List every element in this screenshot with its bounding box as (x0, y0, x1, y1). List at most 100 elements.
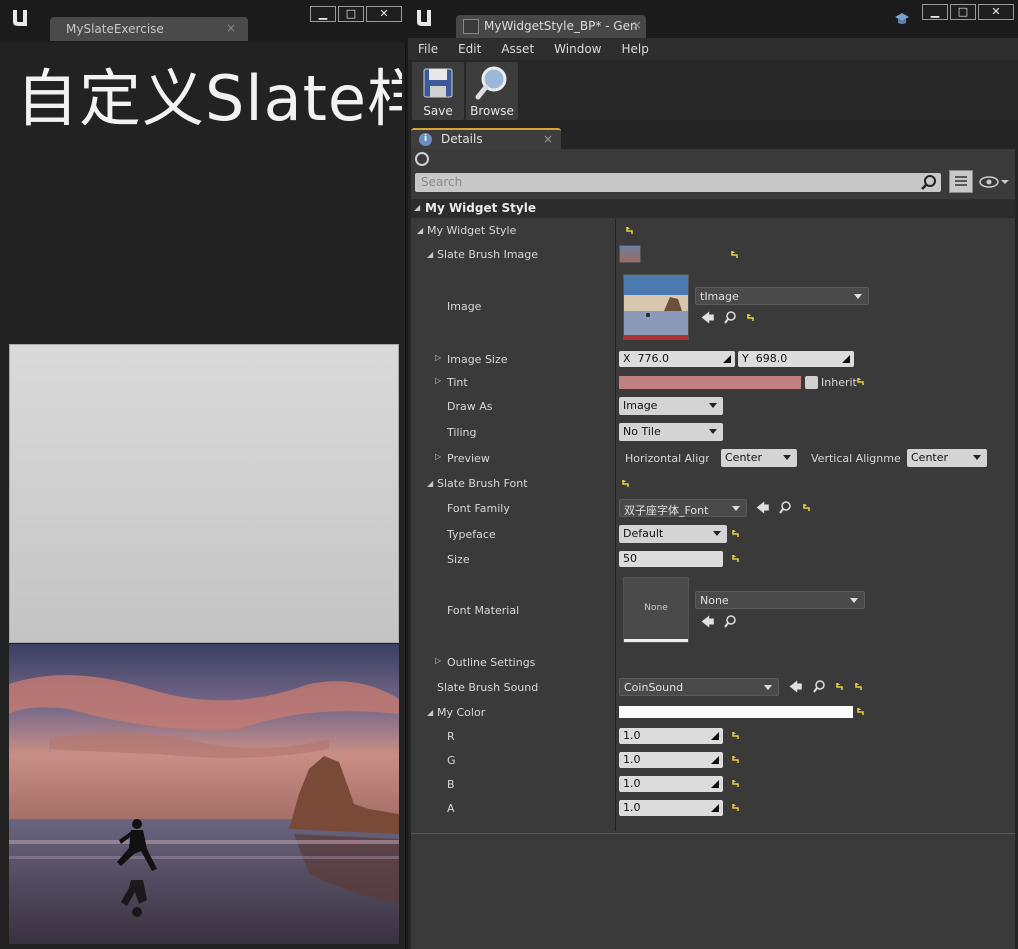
browse-to-asset-icon[interactable] (724, 311, 737, 324)
use-selected-arrow-icon[interactable]: 🡄 (701, 309, 714, 331)
column-divider[interactable] (615, 219, 616, 831)
use-selected-arrow-icon[interactable]: 🡄 (756, 499, 769, 521)
use-selected-arrow-icon[interactable]: 🡄 (789, 678, 802, 700)
details-empty-area (411, 833, 1015, 949)
image-size-x-field[interactable]: X 776.0 (619, 351, 735, 367)
label-a: A (447, 802, 455, 815)
horizontal-alignment-label: Horizontal Alignı (625, 452, 709, 465)
minimize-button[interactable]: ▁ (310, 6, 336, 22)
lock-icon[interactable] (415, 152, 429, 166)
color-a-field[interactable]: 1.0 (619, 800, 723, 816)
reset-arrow-icon[interactable] (747, 313, 756, 322)
image-asset-value: tImage (700, 290, 739, 303)
reset-arrow-icon[interactable] (732, 529, 741, 538)
label-image: Image (447, 300, 482, 313)
menu-window[interactable]: Window (544, 42, 611, 56)
color-r-field[interactable]: 1.0 (619, 728, 723, 744)
menu-edit[interactable]: Edit (448, 42, 491, 56)
tint-color-swatch[interactable] (619, 376, 801, 389)
menu-asset[interactable]: Asset (491, 42, 544, 56)
browse-to-asset-icon[interactable] (779, 501, 792, 514)
draw-as-value: Image (623, 399, 658, 412)
close-tab-icon[interactable]: × (226, 21, 236, 35)
tiling-value: No Tile (623, 425, 661, 438)
inherit-checkbox[interactable] (805, 376, 818, 389)
section-header-my-widget-style[interactable]: ◢ My Widget Style (411, 199, 1015, 218)
expand-triangle-icon[interactable]: ◢ (427, 708, 433, 717)
use-selected-arrow-icon[interactable]: 🡄 (701, 613, 714, 635)
reset-arrow-icon[interactable] (622, 479, 631, 488)
reset-arrow-icon[interactable] (836, 682, 845, 691)
browse-to-asset-icon[interactable] (813, 680, 826, 693)
image-size-y-field[interactable]: Y 698.0 (738, 351, 854, 367)
close-button[interactable]: ✕ (978, 4, 1014, 20)
image-asset-tile[interactable] (623, 274, 689, 340)
spinner-icon (842, 355, 850, 363)
reset-arrow-icon[interactable] (731, 250, 740, 259)
unreal-logo-icon (8, 6, 32, 35)
tab-details[interactable]: i Details × (411, 128, 561, 149)
typeface-dropdown[interactable]: Default (619, 525, 727, 543)
image-asset-dropdown[interactable]: tImage (695, 287, 869, 305)
reset-arrow-icon[interactable] (857, 377, 866, 386)
font-size-field[interactable]: 50 (619, 551, 723, 567)
color-g-field[interactable]: 1.0 (619, 752, 723, 768)
close-tab-icon[interactable]: × (632, 18, 642, 32)
chevron-down-icon (709, 403, 717, 408)
save-button[interactable]: Save (412, 62, 464, 120)
expand-triangle-icon[interactable]: ◢ (417, 226, 423, 235)
label-slate-brush-sound: Slate Brush Sound (437, 681, 539, 694)
brush-image-thumbnail (619, 245, 641, 263)
graduation-cap-icon[interactable] (894, 12, 910, 26)
menu-bar: File Edit Asset Window Help (408, 38, 1018, 60)
eye-icon (979, 176, 1009, 188)
font-material-tile[interactable]: None (623, 577, 689, 643)
search-input[interactable]: Search (415, 173, 941, 192)
reset-arrow-icon[interactable] (732, 779, 741, 788)
browse-to-asset-icon[interactable] (724, 615, 737, 628)
x-label: X (623, 352, 631, 365)
reset-arrow-icon[interactable] (732, 554, 741, 563)
tab-mywidgetstyle[interactable]: MyWidgetStyle_BP* - Gen × (456, 15, 646, 38)
expand-triangle-icon[interactable]: ◢ (414, 203, 420, 212)
browse-button[interactable]: Browse (466, 62, 518, 120)
draw-as-dropdown[interactable]: Image (619, 397, 723, 415)
tab-myslateexercise[interactable]: MySlateExercise × (50, 17, 248, 41)
maximize-button[interactable]: □ (950, 4, 976, 20)
menu-help[interactable]: Help (611, 42, 658, 56)
close-button[interactable]: ✕ (366, 6, 402, 22)
reset-arrow-icon[interactable] (732, 731, 741, 740)
minimize-button[interactable]: ▁ (922, 4, 948, 20)
reset-arrow-icon[interactable] (732, 803, 741, 812)
eye-visibility-button[interactable] (979, 173, 1011, 191)
reset-arrow-icon[interactable] (857, 707, 866, 716)
chevron-down-icon (850, 598, 858, 603)
maximize-button[interactable]: □ (338, 6, 364, 22)
view-options-button[interactable] (949, 170, 973, 193)
label-image-size: Image Size (447, 353, 508, 366)
tiling-dropdown[interactable]: No Tile (619, 423, 723, 441)
horizontal-alignment-dropdown[interactable]: Center (721, 449, 797, 467)
typeface-value: Default (623, 527, 664, 540)
reset-arrow-icon[interactable] (803, 503, 812, 512)
expand-triangle-icon[interactable]: ◢ (427, 250, 433, 259)
expand-triangle-icon[interactable]: ◢ (427, 479, 433, 488)
list-icon (955, 176, 967, 186)
menu-file[interactable]: File (408, 42, 448, 56)
reset-arrow-icon[interactable] (626, 226, 635, 235)
reset-arrow-icon[interactable] (855, 682, 864, 691)
reset-arrow-icon[interactable] (732, 755, 741, 764)
font-material-dropdown[interactable]: None (695, 591, 865, 609)
collapsed-triangle-icon[interactable]: ▷ (435, 376, 441, 385)
collapsed-triangle-icon[interactable]: ▷ (435, 656, 441, 665)
font-family-dropdown[interactable]: 双子座字体_Font (619, 499, 747, 517)
my-color-swatch[interactable] (619, 706, 853, 718)
vertical-alignment-dropdown[interactable]: Center (907, 449, 987, 467)
color-b-field[interactable]: 1.0 (619, 776, 723, 792)
label-slate-brush-font: Slate Brush Font (437, 477, 528, 490)
collapsed-triangle-icon[interactable]: ▷ (435, 353, 441, 362)
collapsed-triangle-icon[interactable]: ▷ (435, 452, 441, 461)
chevron-down-icon (732, 506, 740, 511)
close-tab-icon[interactable]: × (543, 132, 553, 146)
sound-dropdown[interactable]: CoinSound (619, 678, 779, 696)
